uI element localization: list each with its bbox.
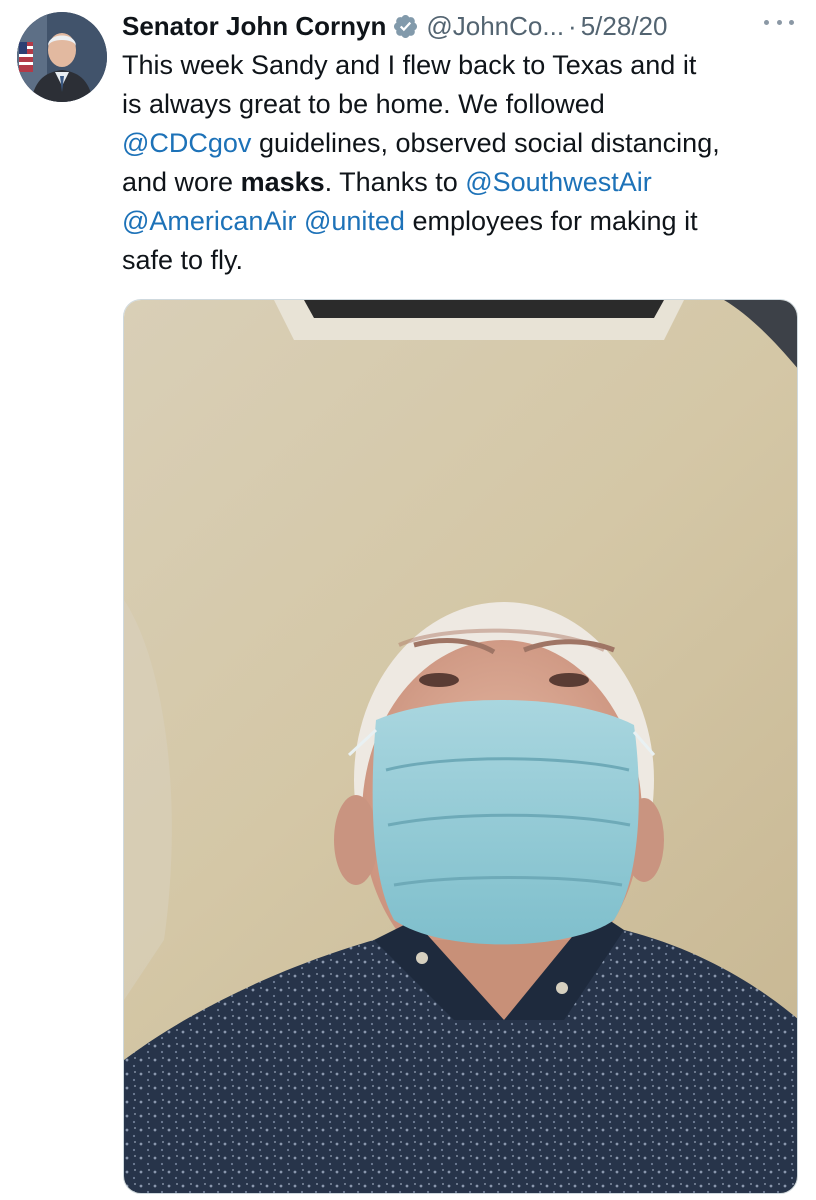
text-segment bbox=[296, 206, 304, 236]
text-segment: and wore bbox=[122, 167, 241, 197]
tweet-text-line: This week Sandy and I flew back to Texas… bbox=[122, 46, 792, 85]
tweet: Senator John Cornyn @JohnCo... · 5/28/20… bbox=[0, 0, 816, 1200]
bold-text: masks bbox=[240, 167, 325, 197]
separator-dot: · bbox=[568, 10, 577, 41]
dot bbox=[764, 19, 769, 25]
tweet-text: This week Sandy and I flew back to Texas… bbox=[122, 46, 792, 280]
tweet-text-line: @CDCgov guidelines, observed social dist… bbox=[122, 124, 792, 163]
tweet-date[interactable]: 5/28/20 bbox=[581, 11, 668, 42]
tweet-photo[interactable] bbox=[123, 299, 798, 1194]
text-segment: This week Sandy and I flew back to Texas… bbox=[122, 50, 697, 80]
dot bbox=[789, 19, 794, 25]
tweet-text-line: is always great to be home. We followed bbox=[122, 85, 792, 124]
verified-badge-icon bbox=[392, 13, 419, 40]
mention-united-link[interactable]: @united bbox=[304, 206, 405, 236]
mention-cdcgov-link[interactable]: @CDCgov bbox=[122, 128, 251, 158]
text-segment: is always great to be home. We followed bbox=[122, 89, 605, 119]
avatar[interactable] bbox=[17, 12, 107, 102]
more-options-icon[interactable] bbox=[764, 12, 794, 32]
tweet-text-line: safe to fly. bbox=[122, 241, 792, 280]
mention-southwestair-link[interactable]: @SouthwestAir bbox=[465, 167, 651, 197]
text-segment: safe to fly. bbox=[122, 245, 244, 275]
dot bbox=[776, 19, 782, 25]
tweet-text-line: @AmericanAir @united employees for makin… bbox=[122, 202, 792, 241]
tweet-text-line: and wore masks. Thanks to @SouthwestAir bbox=[122, 163, 792, 202]
display-name[interactable]: Senator John Cornyn bbox=[122, 11, 386, 42]
text-segment: . Thanks to bbox=[324, 167, 466, 197]
mention-americanair-link[interactable]: @AmericanAir bbox=[122, 206, 296, 236]
user-handle[interactable]: @JohnCo... bbox=[426, 11, 564, 42]
text-segment: guidelines, observed social distancing, bbox=[251, 128, 720, 158]
tweet-header: Senator John Cornyn @JohnCo... · 5/28/20 bbox=[122, 8, 802, 44]
text-segment: employees for making it bbox=[404, 206, 698, 236]
